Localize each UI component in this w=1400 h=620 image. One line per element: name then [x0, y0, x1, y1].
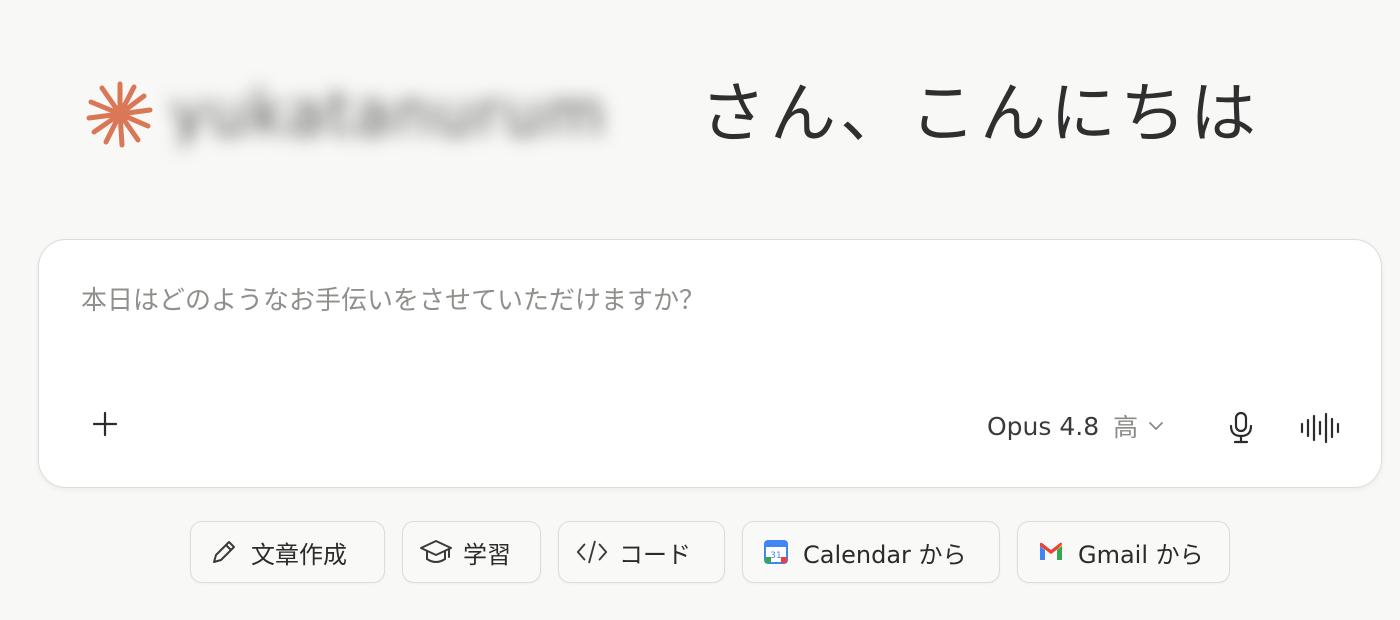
google-calendar-icon: 31: [759, 535, 793, 569]
add-attachment-button[interactable]: [85, 404, 125, 444]
chevron-down-icon: [1148, 418, 1164, 434]
greeting-text: さん、こんにちは: [700, 75, 1260, 152]
chip-writing[interactable]: 文章作成: [190, 521, 385, 583]
pencil-icon: [207, 535, 241, 569]
model-selector[interactable]: Opus 4.8 高: [987, 408, 1164, 444]
sparkle-logo-icon: [86, 81, 153, 148]
suggestion-chips: 文章作成 学習 コード 31 Calendar から Gmail から: [0, 521, 1400, 583]
chip-learning[interactable]: 学習: [402, 521, 541, 583]
user-name: yukatanurum: [170, 83, 607, 145]
greeting: yukatanurum さん、こんにちは: [86, 64, 1260, 164]
chip-calendar[interactable]: 31 Calendar から: [742, 521, 1000, 583]
code-icon: [575, 535, 609, 569]
microphone-button[interactable]: [1223, 408, 1259, 448]
chip-label: コード: [619, 540, 691, 569]
message-composer: Opus 4.8 高: [38, 239, 1382, 488]
microphone-icon: [1229, 411, 1253, 444]
gmail-icon: [1034, 535, 1068, 569]
chip-code[interactable]: コード: [558, 521, 725, 583]
chip-label: 文章作成: [251, 540, 347, 569]
effort-level: 高: [1113, 413, 1139, 442]
chip-label: 学習: [463, 540, 511, 569]
voice-mode-button[interactable]: [1297, 408, 1345, 448]
plus-icon: [92, 411, 118, 437]
chip-label: Gmail から: [1078, 540, 1204, 569]
model-name: Opus 4.8: [987, 411, 1100, 441]
chip-gmail[interactable]: Gmail から: [1017, 521, 1230, 583]
svg-text:31: 31: [770, 551, 781, 561]
chip-label: Calendar から: [803, 540, 967, 569]
audio-waveform-icon: [1300, 412, 1340, 444]
app-root: yukatanurum さん、こんにちは Opus 4.8 高: [0, 0, 1400, 620]
graduation-cap-icon: [419, 535, 453, 569]
prompt-input[interactable]: [81, 286, 1281, 316]
